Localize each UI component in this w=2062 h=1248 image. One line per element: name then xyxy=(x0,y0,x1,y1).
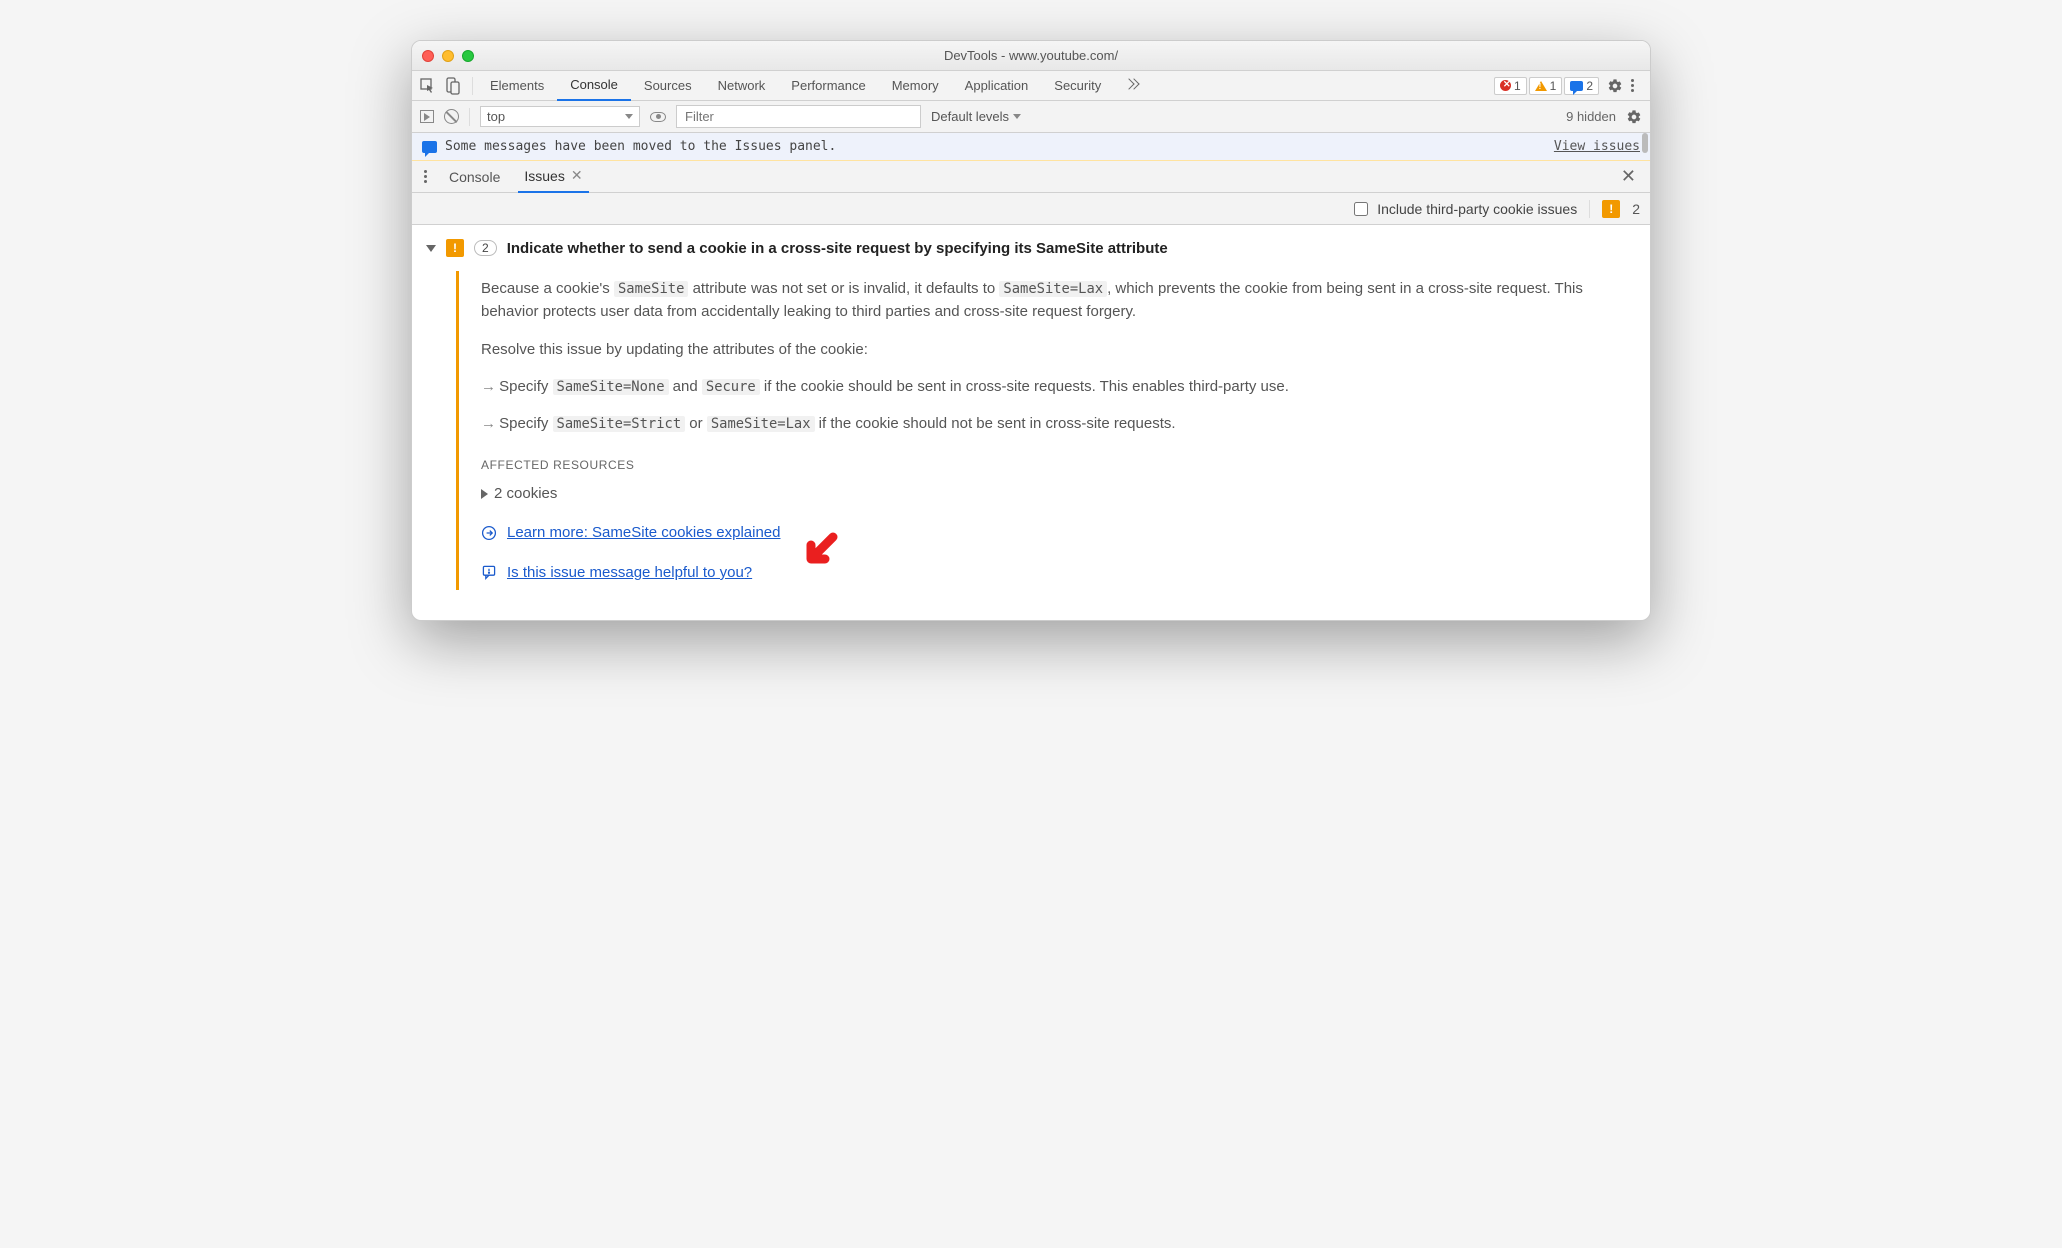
affected-cookies-row[interactable]: 2 cookies xyxy=(481,482,1626,505)
external-link-icon xyxy=(481,525,497,541)
tab-network[interactable]: Network xyxy=(705,71,779,101)
minimize-window-button[interactable] xyxy=(442,50,454,62)
issue-bullet: → Specify SameSite=None and Secure if th… xyxy=(481,375,1626,398)
info-bar-message: Some messages have been moved to the Iss… xyxy=(445,139,836,154)
main-tabbar: Elements Console Sources Network Perform… xyxy=(412,71,1650,101)
feedback-icon xyxy=(481,564,497,580)
chevron-down-icon xyxy=(1013,114,1021,119)
console-toolbar: top Default levels 9 hidden xyxy=(412,101,1650,133)
filter-input[interactable] xyxy=(676,105,921,128)
tab-elements[interactable]: Elements xyxy=(477,71,557,101)
drawer-tabbar: Console Issues ✕ ✕ xyxy=(412,161,1650,193)
learn-more-link[interactable]: Learn more: SameSite cookies explained xyxy=(507,521,781,544)
window-title: DevTools - www.youtube.com/ xyxy=(944,48,1118,63)
console-settings-gear-icon[interactable] xyxy=(1626,109,1642,125)
window-titlebar: DevTools - www.youtube.com/ xyxy=(412,41,1650,71)
scrollbar-thumb[interactable] xyxy=(1642,133,1648,153)
message-icon xyxy=(1570,81,1583,91)
close-window-button[interactable] xyxy=(422,50,434,62)
affected-resources-label: AFFECTED RESOURCES xyxy=(481,456,1626,475)
feedback-row: Is this issue message helpful to you? xyxy=(481,561,1626,584)
issues-options-bar: Include third-party cookie issues ! 2 xyxy=(412,193,1650,225)
tab-application[interactable]: Application xyxy=(952,71,1042,101)
issue-paragraph: Because a cookie's SameSite attribute wa… xyxy=(481,277,1626,324)
warning-badge-icon: ! xyxy=(446,239,464,257)
clear-console-icon[interactable] xyxy=(444,109,459,124)
issue-bullet: → Specify SameSite=Strict or SameSite=La… xyxy=(481,412,1626,435)
devtools-window: DevTools - www.youtube.com/ Elements Con… xyxy=(411,40,1651,621)
issues-count: 2 xyxy=(1632,201,1640,217)
tab-sources[interactable]: Sources xyxy=(631,71,705,101)
warning-badge-icon: ! xyxy=(1602,200,1620,218)
view-issues-link[interactable]: View issues xyxy=(1554,139,1640,154)
learn-more-row: Learn more: SameSite cookies explained xyxy=(481,521,1626,544)
chevron-down-icon xyxy=(625,114,633,119)
traffic-lights xyxy=(422,50,474,62)
context-selector[interactable]: top xyxy=(480,106,640,127)
zoom-window-button[interactable] xyxy=(462,50,474,62)
live-expression-icon[interactable] xyxy=(650,112,666,122)
warnings-badge[interactable]: !1 xyxy=(1529,77,1563,95)
hidden-count[interactable]: 9 hidden xyxy=(1566,109,1616,124)
chevron-right-double-icon xyxy=(1127,80,1139,92)
drawer-tab-issues[interactable]: Issues ✕ xyxy=(518,161,588,193)
tab-performance[interactable]: Performance xyxy=(778,71,878,101)
issue-paragraph: Resolve this issue by updating the attri… xyxy=(481,338,1626,361)
tab-memory[interactable]: Memory xyxy=(879,71,952,101)
issue-title: Indicate whether to send a cookie in a c… xyxy=(507,240,1168,257)
log-levels-selector[interactable]: Default levels xyxy=(931,109,1021,124)
issue-count-pill: 2 xyxy=(474,240,497,256)
settings-gear-icon[interactable] xyxy=(1607,78,1623,94)
issues-info-bar: Some messages have been moved to the Iss… xyxy=(412,133,1650,161)
tabs-overflow[interactable] xyxy=(1114,71,1152,101)
inspect-icon[interactable] xyxy=(420,78,436,94)
tab-security[interactable]: Security xyxy=(1041,71,1114,101)
drawer-more-icon[interactable] xyxy=(420,170,431,183)
errors-badge[interactable]: ✕1 xyxy=(1494,77,1527,95)
disclosure-triangle-icon[interactable] xyxy=(481,489,488,499)
more-menu-icon[interactable] xyxy=(1623,79,1642,92)
status-badges[interactable]: ✕1 !1 2 xyxy=(1494,77,1599,95)
drawer-close-icon[interactable]: ✕ xyxy=(1615,166,1642,187)
close-tab-icon[interactable]: ✕ xyxy=(571,167,583,184)
issue-header[interactable]: ! 2 Indicate whether to send a cookie in… xyxy=(426,239,1636,257)
info-badge[interactable]: 2 xyxy=(1564,77,1599,95)
thirdparty-checkbox-input[interactable] xyxy=(1354,202,1368,216)
disclosure-triangle-icon[interactable] xyxy=(426,245,436,252)
execute-icon[interactable] xyxy=(420,110,434,123)
annotation-arrow-icon xyxy=(801,531,841,571)
device-toggle-icon[interactable] xyxy=(446,77,460,95)
feedback-link[interactable]: Is this issue message helpful to you? xyxy=(507,561,752,584)
drawer-tab-console[interactable]: Console xyxy=(443,161,506,193)
issue-item: ! 2 Indicate whether to send a cookie in… xyxy=(412,225,1650,620)
tab-console[interactable]: Console xyxy=(557,71,631,101)
thirdparty-checkbox[interactable]: Include third-party cookie issues xyxy=(1350,199,1577,219)
message-icon xyxy=(422,141,437,153)
issue-details: Because a cookie's SameSite attribute wa… xyxy=(456,271,1636,590)
